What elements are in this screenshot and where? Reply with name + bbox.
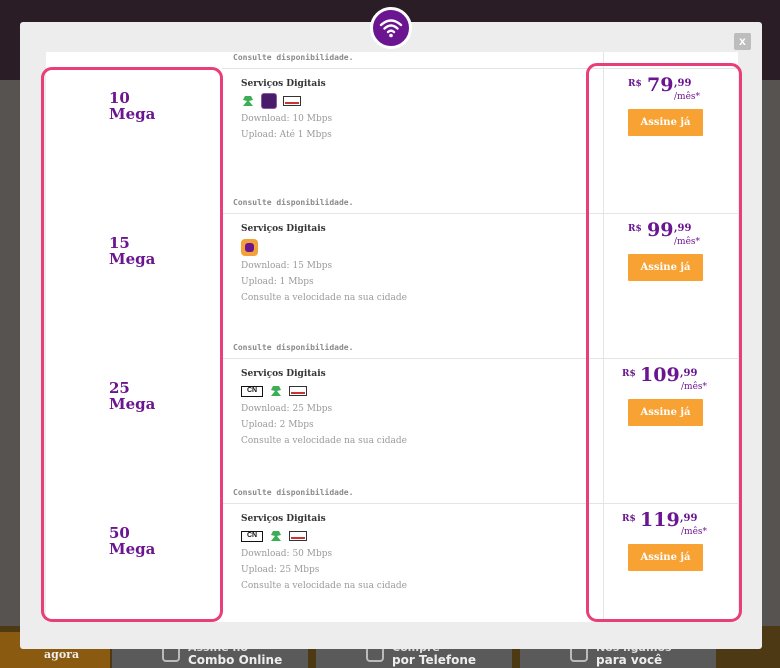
speed-note: Consulte a velocidade na sua cidade bbox=[241, 581, 407, 591]
vix-icon bbox=[269, 529, 283, 543]
wide-badge-icon bbox=[289, 386, 307, 396]
download-spec: Download: 25 Mbps bbox=[241, 404, 333, 414]
cartoon-network-icon: CN bbox=[241, 530, 263, 542]
availability-note[interactable]: Consulte disponibilidade. bbox=[233, 53, 353, 62]
services-icons bbox=[241, 238, 407, 256]
services-title: Serviços Digitais bbox=[241, 514, 326, 524]
plan-details: Serviços Digitais Download: 10 Mbps Uplo… bbox=[241, 79, 332, 143]
download-spec: Download: 50 Mbps bbox=[241, 549, 333, 559]
upload-spec: Upload: Até 1 Mbps bbox=[241, 130, 332, 140]
upload-spec: Upload: 2 Mbps bbox=[241, 420, 314, 430]
services-icons: CN bbox=[241, 528, 407, 544]
services-title: Serviços Digitais bbox=[241, 224, 326, 234]
plan-details: Serviços Digitais CN Download: 25 Mbps U… bbox=[241, 369, 407, 449]
availability-note[interactable]: Consulte disponibilidade. bbox=[233, 343, 353, 352]
footer-tile-line2: para você bbox=[596, 653, 663, 667]
services-icons: CN bbox=[241, 383, 407, 399]
wide-badge-icon bbox=[289, 531, 307, 541]
plan-details: Serviços Digitais CN Download: 50 Mbps U… bbox=[241, 514, 407, 594]
cartoon-network-icon: CN bbox=[241, 385, 263, 397]
footer-tile-label: agora bbox=[44, 648, 80, 661]
availability-note[interactable]: Consulte disponibilidade. bbox=[233, 488, 353, 497]
upload-spec: Upload: 25 Mbps bbox=[241, 565, 320, 575]
services-title: Serviços Digitais bbox=[241, 369, 326, 379]
vix-icon bbox=[241, 94, 255, 108]
services-icons bbox=[241, 93, 332, 109]
orange-app-icon bbox=[241, 238, 258, 256]
footer-tile-line2: por Telefone bbox=[392, 653, 477, 667]
speed-note: Consulte a velocidade na sua cidade bbox=[241, 436, 407, 446]
download-spec: Download: 15 Mbps bbox=[241, 261, 333, 271]
vix-icon bbox=[269, 384, 283, 398]
availability-note[interactable]: Consulte disponibilidade. bbox=[233, 198, 353, 207]
wifi-icon bbox=[370, 7, 412, 49]
speed-column-highlight bbox=[41, 67, 223, 622]
wide-badge-icon bbox=[283, 96, 301, 106]
footer-tile-line2: Combo Online bbox=[188, 653, 283, 667]
purple-app-icon bbox=[261, 93, 277, 109]
speed-note: Consulte a velocidade na sua cidade bbox=[241, 293, 407, 303]
plan-details: Serviços Digitais Download: 15 Mbps Uplo… bbox=[241, 224, 407, 306]
close-button[interactable]: x bbox=[734, 33, 751, 50]
download-spec: Download: 10 Mbps bbox=[241, 114, 333, 124]
services-title: Serviços Digitais bbox=[241, 79, 326, 89]
price-column-highlight bbox=[586, 63, 742, 622]
upload-spec: Upload: 1 Mbps bbox=[241, 277, 314, 287]
